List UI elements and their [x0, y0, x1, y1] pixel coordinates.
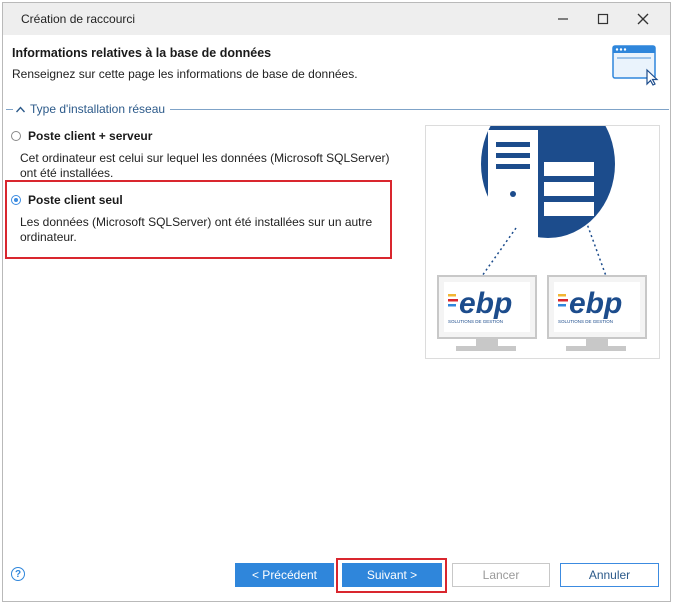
radio-client-only[interactable]	[11, 195, 21, 205]
ebp-logo-right: ebp	[569, 287, 622, 320]
close-button[interactable]	[623, 3, 663, 35]
next-button[interactable]: Suivant >	[342, 563, 442, 587]
help-icon[interactable]: ?	[11, 567, 25, 581]
maximize-button[interactable]	[583, 3, 623, 35]
page-subtitle: Renseignez sur cette page les informatio…	[12, 67, 358, 81]
page-title: Informations relatives à la base de donn…	[12, 46, 272, 60]
network-illustration: ebp SOLUTIONS DE GESTION ebp SOLUTIONS D…	[425, 90, 660, 359]
close-icon	[637, 13, 649, 25]
window-cursor-icon	[612, 45, 659, 86]
ebp-subtitle-left: SOLUTIONS DE GESTION	[448, 319, 503, 324]
minimize-icon	[558, 18, 568, 20]
minimize-button[interactable]	[543, 3, 583, 35]
ebp-subtitle-right: SOLUTIONS DE GESTION	[558, 319, 613, 324]
window-title: Création de raccourci	[21, 12, 136, 26]
option-client-server-label[interactable]: Poste client + serveur	[28, 129, 152, 143]
cancel-button[interactable]: Annuler	[560, 563, 659, 587]
group-header[interactable]: Type d'installation réseau	[13, 102, 171, 116]
chevron-up-icon	[16, 105, 25, 112]
option-client-only-description: Les données (Microsoft SQLServer) ont ét…	[20, 215, 373, 244]
previous-button[interactable]: < Précédent	[235, 563, 334, 587]
group-label: Type d'installation réseau	[30, 102, 166, 116]
radio-client-server[interactable]	[11, 131, 21, 141]
ebp-logo-left: ebp	[459, 287, 512, 320]
maximize-icon	[597, 13, 609, 25]
option-client-only-label[interactable]: Poste client seul	[28, 193, 123, 207]
option-client-server-description: Cet ordinateur est celui sur lequel les …	[20, 151, 390, 180]
server-network-icon: ebp SOLUTIONS DE GESTION ebp SOLUTIONS D…	[437, 90, 647, 351]
launch-button[interactable]: Lancer	[452, 563, 550, 587]
page-header: Informations relatives à la base de donn…	[3, 35, 670, 99]
title-bar: Création de raccourci	[3, 3, 670, 35]
